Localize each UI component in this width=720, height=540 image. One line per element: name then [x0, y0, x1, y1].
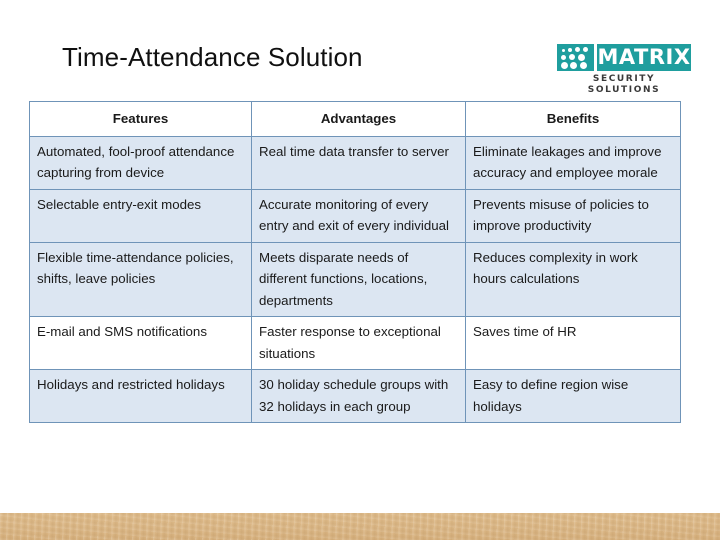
table-header-row: Features Advantages Benefits — [29, 101, 681, 137]
cell-advantage: Accurate monitoring of every entry and e… — [251, 188, 466, 243]
logo-top-row: MATRIX — [557, 44, 691, 71]
table-row: Automated, fool-proof attendance capturi… — [29, 135, 681, 190]
table-row: Flexible time-attendance policies, shift… — [29, 241, 681, 318]
logo-wordmark: MATRIX — [597, 44, 691, 71]
cell-advantage: 30 holiday schedule groups with 32 holid… — [251, 369, 466, 424]
slide-canvas: Time-Attendance Solution MATRIX SECURITY… — [0, 0, 720, 540]
bottom-decorative-band — [0, 513, 720, 540]
cell-feature: Holidays and restricted holidays — [29, 369, 252, 424]
cell-benefit: Reduces complexity in work hours calcula… — [465, 241, 681, 318]
cell-feature: Flexible time-attendance policies, shift… — [29, 241, 252, 318]
cell-benefit: Eliminate leakages and improve accuracy … — [465, 135, 681, 190]
matrix-logo: MATRIX SECURITY SOLUTIONS — [557, 44, 691, 95]
cell-feature: E-mail and SMS notifications — [29, 316, 252, 371]
cell-benefit: Prevents misuse of policies to improve p… — [465, 188, 681, 243]
cell-advantage: Real time data transfer to server — [251, 135, 466, 190]
cell-advantage: Meets disparate needs of different funct… — [251, 241, 466, 318]
table-row: Holidays and restricted holidays 30 holi… — [29, 369, 681, 424]
feature-benefit-table: Features Advantages Benefits Automated, … — [29, 101, 681, 424]
column-header-advantages: Advantages — [251, 101, 466, 137]
cell-benefit: Easy to define region wise holidays — [465, 369, 681, 424]
column-header-benefits: Benefits — [465, 101, 681, 137]
table-row: Selectable entry-exit modes Accurate mon… — [29, 188, 681, 243]
page-title: Time-Attendance Solution — [62, 42, 363, 72]
cell-advantage: Faster response to exceptional situation… — [251, 316, 466, 371]
cell-benefit: Saves time of HR — [465, 316, 681, 371]
table-row: E-mail and SMS notifications Faster resp… — [29, 316, 681, 371]
cell-feature: Selectable entry-exit modes — [29, 188, 252, 243]
cell-feature: Automated, fool-proof attendance capturi… — [29, 135, 252, 190]
column-header-features: Features — [29, 101, 252, 137]
dot-grid-icon — [557, 44, 594, 71]
logo-tagline: SECURITY SOLUTIONS — [587, 74, 661, 95]
feature-benefit-table-wrapper: Features Advantages Benefits Automated, … — [29, 101, 681, 424]
